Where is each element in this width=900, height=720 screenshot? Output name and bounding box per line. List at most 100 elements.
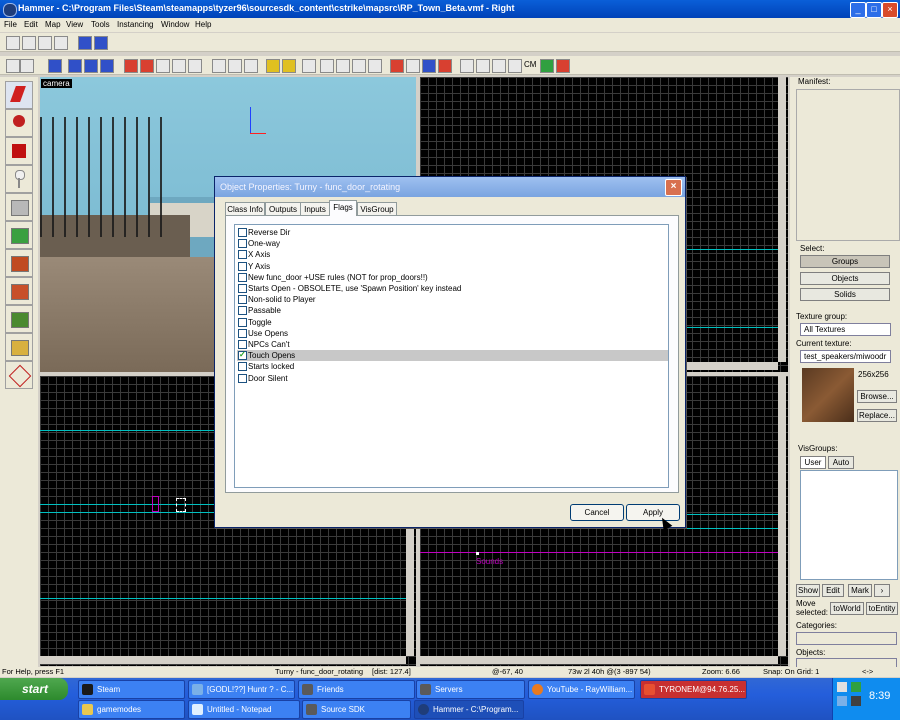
- tray-icon[interactable]: [837, 696, 847, 706]
- tray-icon[interactable]: [851, 696, 861, 706]
- run-map-icon[interactable]: [460, 59, 474, 73]
- tab-outputs[interactable]: Outputs: [265, 202, 301, 216]
- carve-icon[interactable]: [48, 59, 62, 73]
- no-draw-icon[interactable]: [556, 59, 570, 73]
- apply-texture-icon[interactable]: [5, 249, 33, 277]
- cordon-mode-label[interactable]: CM: [524, 60, 536, 69]
- flag-checkbox[interactable]: [238, 250, 247, 260]
- map-properties-icon[interactable]: [508, 59, 522, 73]
- paste-icon[interactable]: [244, 59, 258, 73]
- grid-smaller-icon[interactable]: [38, 36, 52, 50]
- cut-icon[interactable]: [212, 59, 226, 73]
- decal-icon[interactable]: [352, 59, 366, 73]
- window-title-bar[interactable]: Hammer - C:\Program Files\Steam\steamapp…: [0, 0, 900, 18]
- tie-to-entity-icon[interactable]: [124, 59, 138, 73]
- window-cascade-icon[interactable]: [94, 36, 108, 50]
- tab-auto[interactable]: Auto: [828, 456, 854, 469]
- selection-icon[interactable]: [188, 59, 202, 73]
- horizontal-scrollbar[interactable]: [420, 656, 778, 664]
- solids-button[interactable]: Solids: [800, 288, 890, 301]
- flag-checkbox[interactable]: [238, 239, 247, 249]
- visgroups-list[interactable]: [800, 470, 898, 580]
- camera-tool-icon[interactable]: [5, 137, 33, 165]
- browse-button[interactable]: Browse...: [857, 390, 897, 403]
- move-to-world-icon[interactable]: [140, 59, 154, 73]
- window-tile-icon[interactable]: [78, 36, 92, 50]
- tab-flags[interactable]: Flags: [329, 200, 357, 216]
- copy-icon[interactable]: [228, 59, 242, 73]
- task-youtube[interactable]: YouTube - RayWilliam...: [528, 680, 635, 699]
- task-gamemodes[interactable]: gamemodes: [78, 700, 185, 719]
- flag-checkbox[interactable]: [238, 295, 247, 305]
- cursor-icon[interactable]: [320, 59, 334, 73]
- selected-door-outline[interactable]: [176, 498, 186, 512]
- flag-item[interactable]: Passable: [237, 305, 668, 316]
- texture-lock-icon[interactable]: [266, 59, 280, 73]
- flag-checkbox[interactable]: [238, 228, 247, 237]
- apply-button[interactable]: Apply: [626, 504, 680, 521]
- texture-application-icon[interactable]: [336, 59, 350, 73]
- tab-inputs[interactable]: Inputs: [300, 202, 330, 216]
- maximize-button[interactable]: □: [866, 2, 882, 18]
- manifest-list[interactable]: [796, 89, 900, 241]
- flag-item[interactable]: Use Opens: [237, 328, 668, 339]
- menu-window[interactable]: Window: [161, 20, 189, 29]
- tray-icon[interactable]: [851, 682, 861, 692]
- flag-checkbox[interactable]: [238, 261, 247, 271]
- task-source-sdk[interactable]: Source SDK: [302, 700, 411, 719]
- grid-larger-icon[interactable]: [54, 36, 68, 50]
- vertical-scrollbar[interactable]: [778, 77, 786, 362]
- flag-item[interactable]: Non-solid to Player: [237, 294, 668, 305]
- task-friends[interactable]: Friends: [298, 680, 415, 699]
- flag-item[interactable]: Y Axis: [237, 261, 668, 272]
- menu-map[interactable]: Map: [45, 20, 61, 29]
- show-button[interactable]: Show: [796, 584, 820, 597]
- displacement-icon[interactable]: [438, 59, 452, 73]
- flag-item[interactable]: X Axis: [237, 249, 668, 260]
- block-tool-icon[interactable]: [5, 193, 33, 221]
- current-texture-select[interactable]: test_speakers/miwoodr: [800, 350, 891, 363]
- entity-tool-icon[interactable]: [5, 165, 33, 193]
- entity-report-icon[interactable]: [492, 59, 506, 73]
- menu-instancing[interactable]: Instancing: [117, 20, 153, 29]
- redo-icon[interactable]: [20, 59, 34, 73]
- cordon-icon[interactable]: [540, 59, 554, 73]
- grid-icon[interactable]: [6, 36, 20, 50]
- path-icon[interactable]: [406, 59, 420, 73]
- flag-item[interactable]: Reverse Dir: [237, 227, 668, 238]
- close-button[interactable]: ×: [882, 2, 898, 18]
- toggle-3d-grid-icon[interactable]: [302, 59, 316, 73]
- flag-checkbox[interactable]: [238, 306, 247, 316]
- start-button[interactable]: start: [0, 678, 68, 700]
- replace-button[interactable]: Replace...: [857, 409, 897, 422]
- mark-button[interactable]: Mark: [848, 584, 872, 597]
- selection-tool-icon[interactable]: [5, 81, 33, 109]
- flag-item[interactable]: Toggle: [237, 317, 668, 328]
- dialog-close-button[interactable]: ×: [665, 179, 682, 196]
- entity-point-icon[interactable]: [476, 552, 479, 555]
- categories-select[interactable]: [796, 632, 897, 645]
- overlay-tool-icon[interactable]: [5, 305, 33, 333]
- flag-item[interactable]: New func_door +USE rules (NOT for prop_d…: [237, 272, 668, 283]
- flag-item[interactable]: One-way: [237, 238, 668, 249]
- texture-group-select[interactable]: All Textures: [800, 323, 891, 336]
- flag-checkbox[interactable]: [238, 349, 247, 361]
- flag-item[interactable]: NPCs Can't: [237, 339, 668, 350]
- hide-icon[interactable]: [100, 59, 114, 73]
- edit-button[interactable]: Edit: [822, 584, 844, 597]
- flag-item[interactable]: Door Silent: [237, 373, 668, 384]
- flag-checkbox[interactable]: [238, 284, 247, 293]
- more-arrow-icon[interactable]: ›: [874, 584, 890, 597]
- undo-icon[interactable]: [6, 59, 20, 73]
- tab-user[interactable]: User: [800, 456, 826, 469]
- tray-icon[interactable]: [837, 682, 847, 692]
- flag-checkbox[interactable]: [238, 328, 247, 338]
- group-icon[interactable]: [68, 59, 82, 73]
- task-ftp[interactable]: TYRONEM@94.76.25...: [640, 680, 747, 699]
- clip-tool-icon[interactable]: [390, 59, 404, 73]
- show-all-icon[interactable]: [172, 59, 186, 73]
- tab-class-info[interactable]: Class Info: [225, 202, 265, 216]
- vertical-scrollbar[interactable]: [778, 376, 786, 656]
- flag-item[interactable]: Touch Opens: [237, 349, 668, 362]
- clipping-tool-icon[interactable]: [5, 333, 33, 361]
